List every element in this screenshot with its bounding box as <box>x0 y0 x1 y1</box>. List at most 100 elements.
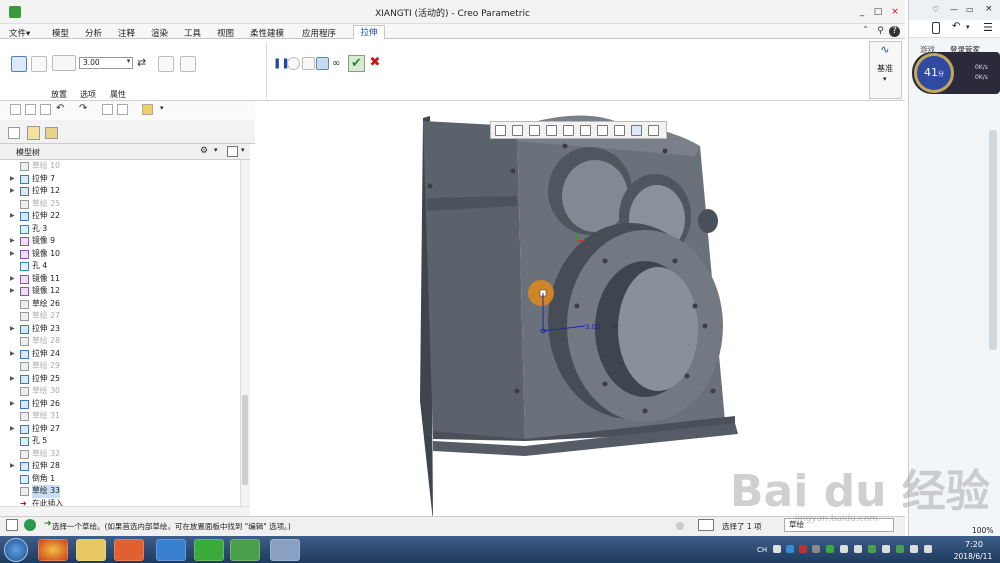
tree-filters-icon[interactable] <box>227 146 238 157</box>
ime-tray-icon[interactable] <box>773 545 781 553</box>
network-tray-icon[interactable] <box>840 545 848 553</box>
tree-scrollbar-thumb[interactable] <box>242 395 248 485</box>
tree-row[interactable]: ➜ 在此插入 <box>0 498 238 507</box>
zoom-in-icon[interactable] <box>512 125 523 136</box>
signal-tray-icon[interactable] <box>854 545 862 553</box>
tree-row[interactable]: 孔 3 <box>0 223 238 236</box>
solid-extrude-button[interactable] <box>11 56 27 72</box>
browser-taskbar-icon[interactable] <box>194 539 224 561</box>
tree-row[interactable]: ▶ 拉伸 26 <box>0 398 238 411</box>
chrome-taskbar-icon[interactable] <box>38 539 68 561</box>
tab-flexible-modeling[interactable]: 柔性建模 <box>250 27 284 39</box>
selection-buffer-icon[interactable] <box>698 519 714 531</box>
thicken-sketch-button[interactable] <box>180 56 196 72</box>
pause-icon[interactable]: ❚❚ <box>273 58 290 70</box>
baidu-netdisk-taskbar-icon[interactable] <box>156 539 186 561</box>
favorites-tab-icon[interactable] <box>45 127 58 139</box>
tab-annotate[interactable]: 注释 <box>118 27 135 39</box>
help-tray-icon[interactable] <box>786 545 794 553</box>
depth-dropdown-chevron-icon[interactable]: ▾ <box>124 57 133 69</box>
repaint-icon[interactable] <box>546 125 557 136</box>
redo-icon[interactable]: ↷ <box>79 103 87 114</box>
security-tray-icon[interactable] <box>799 545 807 553</box>
expand-arrow-icon[interactable]: ▶ <box>10 373 15 386</box>
tree-row[interactable]: 草绘 10 <box>0 160 238 173</box>
show-navigator-icon[interactable] <box>6 519 18 531</box>
tree-row[interactable]: 孔 4 <box>0 260 238 273</box>
surface-extrude-button[interactable] <box>31 56 47 72</box>
tree-row[interactable]: ▶ 镜像 9 <box>0 235 238 248</box>
remove-material-button[interactable] <box>158 56 174 72</box>
show-browser-icon[interactable] <box>24 519 36 531</box>
spin-center-icon[interactable] <box>648 125 659 136</box>
clock-time[interactable]: 7:20 <box>950 540 998 549</box>
flag-tray-icon[interactable] <box>910 545 918 553</box>
tree-row[interactable]: 草绘 27 <box>0 310 238 323</box>
no-preview-icon[interactable] <box>287 57 300 70</box>
tab-applications[interactable]: 应用程序 <box>302 27 336 39</box>
expand-arrow-icon[interactable]: ▶ <box>10 460 15 473</box>
battery-tray-icon[interactable] <box>896 545 904 553</box>
annotation-display-icon[interactable] <box>631 125 642 136</box>
explorer-taskbar-icon[interactable] <box>76 539 106 561</box>
tab-properties[interactable]: 属性 <box>110 89 126 100</box>
back-icon[interactable]: ↶ <box>952 21 960 32</box>
expand-arrow-icon[interactable]: ▶ <box>10 348 15 361</box>
collapse-ribbon-icon[interactable]: ˄ <box>860 26 871 37</box>
display-tray-icon[interactable] <box>882 545 890 553</box>
language-indicator[interactable]: CH <box>757 546 767 554</box>
tree-row[interactable]: ▶ 镜像 11 <box>0 273 238 286</box>
part-model-3d[interactable]: 3.00 <box>255 101 905 516</box>
regenerate-icon[interactable] <box>102 104 113 115</box>
tab-model[interactable]: 模型 <box>52 27 69 39</box>
tab-options[interactable]: 选项 <box>80 89 96 100</box>
clock-date[interactable]: 2018/6/11 <box>946 552 1000 561</box>
panel-minimize-icon[interactable]: — <box>950 5 958 14</box>
tree-row[interactable]: 孔 5 <box>0 435 238 448</box>
tree-row[interactable]: ▶ 拉伸 22 <box>0 210 238 223</box>
datum-chevron-down-icon[interactable]: ▾ <box>883 75 887 83</box>
tab-tools[interactable]: 工具 <box>184 27 201 39</box>
keyboard-tray-icon[interactable] <box>812 545 820 553</box>
tree-horizontal-scrollbar[interactable] <box>0 506 250 516</box>
folder-browser-tab-icon[interactable] <box>27 126 40 140</box>
paint-taskbar-icon[interactable] <box>270 539 300 561</box>
expand-arrow-icon[interactable]: ▶ <box>10 398 15 411</box>
tree-settings-icon[interactable]: ⚙ <box>200 146 212 158</box>
tree-row[interactable]: ▶ 拉伸 24 <box>0 348 238 361</box>
wechat-tray-icon[interactable] <box>826 545 834 553</box>
expand-arrow-icon[interactable]: ▶ <box>10 248 15 261</box>
expand-arrow-icon[interactable]: ▶ <box>10 210 15 223</box>
tree-row[interactable]: ▶ 拉伸 12 <box>0 185 238 198</box>
search-icon[interactable]: ⚲ <box>875 26 886 37</box>
zoom-level[interactable]: 100% <box>972 526 993 535</box>
depth-option-dropdown[interactable] <box>52 55 76 71</box>
side-panel-scrollbar[interactable] <box>989 130 997 350</box>
volume-tray-icon[interactable] <box>924 545 932 553</box>
customize-chevron-icon[interactable]: ▾ <box>160 104 164 112</box>
file-menu[interactable]: 文件▾ <box>9 27 30 39</box>
filters-chevron-icon[interactable]: ▾ <box>241 146 245 154</box>
windows-icon[interactable] <box>117 104 128 115</box>
save-icon[interactable] <box>40 104 51 115</box>
tree-row[interactable]: 倒角 1 <box>0 473 238 486</box>
tree-row[interactable]: ▶ 镜像 12 <box>0 285 238 298</box>
tab-placement[interactable]: 放置 <box>51 89 67 100</box>
expand-arrow-icon[interactable]: ▶ <box>10 323 15 336</box>
tree-row[interactable]: 草绘 33 <box>0 485 238 498</box>
verify-glasses-icon[interactable]: ∞ <box>332 58 346 70</box>
menu-icon[interactable]: ☰ <box>983 21 993 34</box>
datum-display-icon[interactable] <box>614 125 625 136</box>
back-chevron-icon[interactable]: ▾ <box>966 23 970 31</box>
tree-row[interactable]: ▶ 拉伸 23 <box>0 323 238 336</box>
expand-arrow-icon[interactable]: ▶ <box>10 285 15 298</box>
geometry-preview-icon[interactable] <box>302 57 315 70</box>
tree-row[interactable]: ▶ 拉伸 7 <box>0 173 238 186</box>
expand-arrow-icon[interactable]: ▶ <box>10 423 15 436</box>
close-window-icon[interactable] <box>142 104 153 115</box>
close-button[interactable]: × <box>888 6 902 18</box>
creo-taskbar-icon[interactable] <box>230 539 260 561</box>
tree-row[interactable]: 草绘 25 <box>0 198 238 211</box>
expand-arrow-icon[interactable]: ▶ <box>10 185 15 198</box>
tree-row[interactable]: ▶ 拉伸 28 <box>0 460 238 473</box>
